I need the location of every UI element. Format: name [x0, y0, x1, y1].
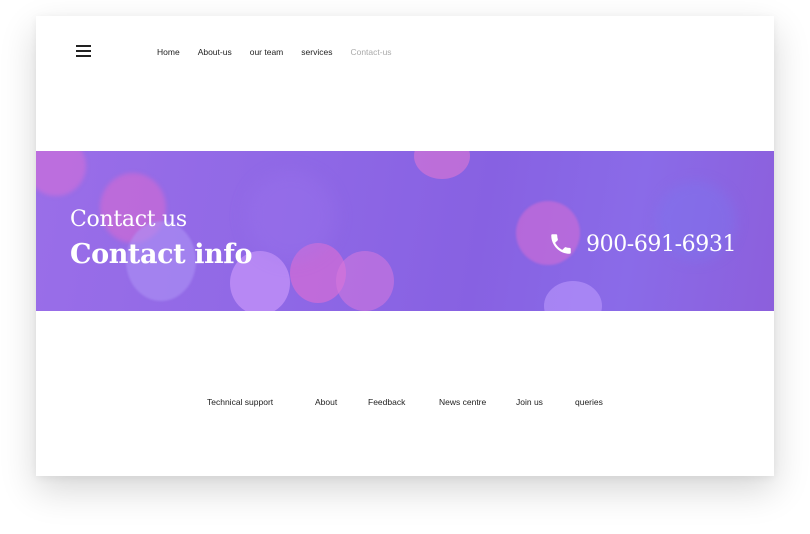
bokeh-light — [336, 251, 394, 311]
hero-title: Contact info — [70, 239, 253, 270]
hero-banner: Contact us Contact info 900-691-6931 — [36, 151, 774, 311]
bokeh-light — [36, 151, 86, 196]
footer-link-feedback[interactable]: Feedback — [368, 397, 405, 407]
bokeh-light — [290, 243, 346, 303]
main-nav: Home About-us our team services Contact-… — [157, 47, 410, 57]
nav-services[interactable]: services — [301, 47, 332, 57]
hero-subtitle: Contact us — [70, 207, 187, 232]
footer-link-queries[interactable]: queries — [575, 397, 603, 407]
bokeh-light — [414, 151, 470, 179]
nav-home[interactable]: Home — [157, 47, 180, 57]
hamburger-menu-icon[interactable] — [76, 44, 92, 58]
page-card: Home About-us our team services Contact-… — [36, 16, 774, 476]
nav-our-team[interactable]: our team — [250, 47, 284, 57]
footer-link-join-us[interactable]: Join us — [516, 397, 543, 407]
footer-link-technical-support[interactable]: Technical support — [207, 397, 273, 407]
footer-link-about[interactable]: About — [315, 397, 337, 407]
bokeh-light — [544, 281, 602, 311]
nav-about-us[interactable]: About-us — [198, 47, 232, 57]
phone-contact[interactable]: 900-691-6931 — [548, 231, 736, 257]
nav-contact-us[interactable]: Contact-us — [350, 47, 391, 57]
footer-link-news-centre[interactable]: News centre — [439, 397, 486, 407]
bokeh-light — [246, 171, 336, 261]
phone-number[interactable]: 900-691-6931 — [586, 232, 736, 257]
phone-icon — [551, 234, 571, 254]
